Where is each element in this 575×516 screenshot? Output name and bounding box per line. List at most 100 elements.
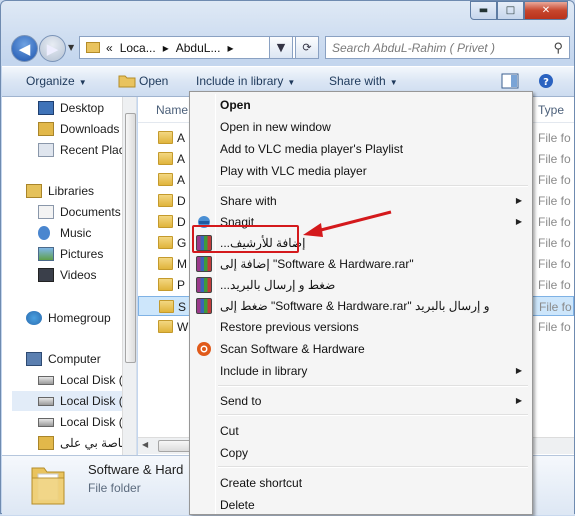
downloads-icon xyxy=(38,122,54,136)
scroll-left-arrow[interactable]: ◀ xyxy=(142,440,148,449)
highlight-box xyxy=(192,225,299,253)
address-overflow-chevron[interactable]: « xyxy=(106,41,113,55)
folder-icon xyxy=(158,320,173,333)
winrar-icon xyxy=(196,256,212,272)
details-name: Software & Hard xyxy=(88,462,184,477)
folder-icon xyxy=(158,215,173,228)
navigation-pane: Desktop Downloads Recent Plac Libraries … xyxy=(2,97,137,455)
menu-separator xyxy=(218,185,528,187)
submenu-arrow-icon: ▶ xyxy=(515,217,522,226)
nav-item-label: Homegroup xyxy=(48,311,111,325)
maximize-button[interactable]: □ xyxy=(497,1,524,20)
folder-icon xyxy=(158,194,173,207)
menu-item-compress-email[interactable]: ...ضغط و إرسال بالبريد xyxy=(192,274,530,296)
libraries-icon xyxy=(26,184,42,198)
nav-item-computer[interactable]: Computer xyxy=(26,349,136,369)
context-menu: Open Open in new window Add to VLC media… xyxy=(189,91,533,515)
share-with-button[interactable]: Share with ▼ xyxy=(329,74,398,88)
minimize-button[interactable]: ▬ xyxy=(470,1,497,20)
videos-icon xyxy=(38,268,54,282)
documents-icon xyxy=(38,205,54,219)
search-input[interactable]: Search AbduL-Rahim ( Privet ) ⚲ xyxy=(325,36,570,59)
menu-item-vlc-playlist[interactable]: Add to VLC media player's Playlist xyxy=(192,138,530,160)
menu-item-copy[interactable]: Copy xyxy=(192,442,530,464)
computer-icon xyxy=(26,352,42,366)
folder-icon xyxy=(86,42,100,53)
menu-item-create-shortcut[interactable]: Create shortcut xyxy=(192,472,530,494)
menu-item-open-new-window[interactable]: Open in new window xyxy=(192,116,530,138)
refresh-button[interactable]: ⟳ xyxy=(295,36,319,59)
menu-item-restore-previous[interactable]: Restore previous versions xyxy=(192,316,530,338)
pointer-arrow xyxy=(303,210,392,237)
menu-item-send-to[interactable]: Send to ▶ xyxy=(192,390,530,412)
menu-item-delete[interactable]: Delete xyxy=(192,494,530,516)
menu-item-vlc-play[interactable]: Play with VLC media player xyxy=(192,160,530,182)
folder-icon xyxy=(31,467,65,505)
submenu-arrow-icon: ▶ xyxy=(515,396,522,405)
nav-item-libraries[interactable]: Libraries xyxy=(26,181,136,201)
menu-item-open[interactable]: Open xyxy=(192,94,530,116)
recent-places-icon xyxy=(38,143,54,157)
include-in-library-button[interactable]: Include in library ▼ xyxy=(196,74,295,88)
nav-pane-scrollbar[interactable] xyxy=(122,97,136,455)
nav-item-label: Libraries xyxy=(48,184,95,198)
address-separator[interactable]: ▸ xyxy=(227,41,233,55)
forward-button[interactable]: ▶ xyxy=(39,35,66,62)
submenu-arrow-icon: ▶ xyxy=(515,196,522,205)
disk-icon xyxy=(38,417,54,427)
address-dropdown-button[interactable]: ▼ xyxy=(269,36,293,59)
nav-item-label: Downloads xyxy=(60,122,120,136)
desktop-icon xyxy=(38,101,54,115)
nav-item-local-disk[interactable]: Local Disk ( xyxy=(12,391,123,411)
drive-icon xyxy=(38,436,54,450)
open-button[interactable]: Open xyxy=(139,74,168,88)
nav-item-label: Pictures xyxy=(60,247,104,261)
menu-item-cut[interactable]: Cut xyxy=(192,420,530,442)
search-icon[interactable]: ⚲ xyxy=(553,40,563,56)
address-segment[interactable]: Loca... xyxy=(120,41,156,55)
nav-item-label: Desktop xyxy=(60,101,105,115)
winrar-icon xyxy=(196,298,212,314)
menu-item-include-in-library[interactable]: Include in library ▶ xyxy=(192,360,530,382)
folder-icon xyxy=(158,173,173,186)
help-icon[interactable]: ? xyxy=(537,73,555,89)
homegroup-icon xyxy=(26,311,42,325)
search-placeholder: Search AbduL-Rahim ( Privet ) xyxy=(332,41,495,55)
nav-item-label: Music xyxy=(60,226,92,240)
close-button[interactable]: ✕ xyxy=(524,1,568,20)
winrar-icon xyxy=(196,277,212,293)
nav-item-label: Local Disk ( xyxy=(60,394,123,408)
preview-pane-icon[interactable] xyxy=(501,73,519,89)
menu-separator xyxy=(218,414,528,416)
pictures-icon xyxy=(38,247,54,261)
recent-pages-dropdown[interactable]: ▼ xyxy=(68,43,74,52)
folder-open-icon xyxy=(118,75,136,88)
folder-icon xyxy=(158,236,173,249)
details-type: File folder xyxy=(88,481,141,495)
column-name[interactable]: Name xyxy=(156,103,188,117)
nav-item-label: Documents xyxy=(60,205,121,219)
music-icon xyxy=(38,226,50,240)
menu-item-add-to-rar[interactable]: إضافة إلى "Software & Hardware.rar" xyxy=(192,253,530,275)
nav-item-homegroup[interactable]: Homegroup xyxy=(26,308,136,328)
menu-separator xyxy=(218,385,528,387)
menu-item-compress-rar-email[interactable]: ضغط إلى "Software & Hardware.rar" و إرسا… xyxy=(192,295,530,317)
nav-item-label: Videos xyxy=(60,268,97,282)
nav-item-label: Local Disk ( xyxy=(60,373,123,387)
folder-icon xyxy=(158,152,173,165)
disk-icon xyxy=(38,396,54,406)
back-button[interactable]: ◀ xyxy=(11,35,38,62)
folder-icon xyxy=(158,257,173,270)
disk-icon xyxy=(38,375,54,385)
menu-item-scan[interactable]: Scan Software & Hardware xyxy=(192,338,530,360)
address-separator[interactable]: ▸ xyxy=(163,41,169,55)
organize-button[interactable]: Organize ▼ xyxy=(26,74,87,88)
column-type[interactable]: Type xyxy=(538,103,564,117)
address-segment[interactable]: AbduL... xyxy=(176,41,221,55)
nav-item-label: Computer xyxy=(48,352,101,366)
nav-item-label: Local Disk ( xyxy=(60,415,123,429)
submenu-arrow-icon: ▶ xyxy=(515,366,522,375)
antivirus-icon xyxy=(197,342,211,356)
scrollbar-thumb[interactable] xyxy=(125,113,136,363)
nav-item-label: Recent Plac xyxy=(60,143,125,157)
